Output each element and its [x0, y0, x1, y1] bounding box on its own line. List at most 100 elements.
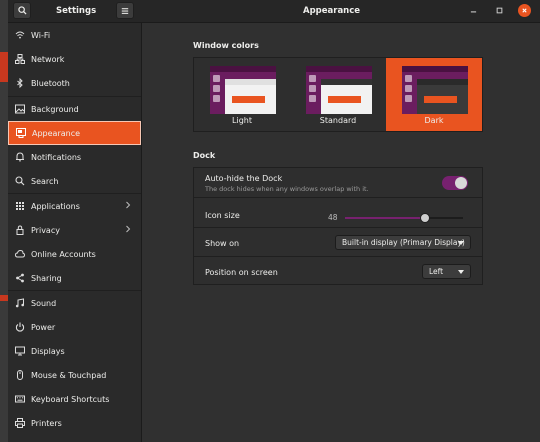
sidebar-item-label: Appearance — [32, 128, 81, 138]
auto-hide-label: Auto-hide the Dock — [205, 174, 283, 183]
sidebar-item-applications[interactable]: Applications — [8, 194, 141, 218]
close-button[interactable] — [518, 4, 531, 17]
variant-label: Light — [232, 116, 252, 125]
auto-hide-switch[interactable] — [442, 176, 468, 190]
sidebar-item-label: Printers — [31, 418, 62, 428]
row-separator — [194, 197, 482, 198]
search-icon — [15, 176, 25, 186]
appearance-panel: Window colors Light Standard Dark Dock A… — [142, 23, 540, 442]
show-on-dropdown[interactable]: Built-in display (Primary Display) — [335, 235, 471, 250]
wifi-icon — [15, 30, 25, 40]
close-icon — [522, 8, 527, 13]
network-icon — [15, 54, 25, 64]
privacy-icon — [15, 225, 25, 235]
keyboard-icon — [15, 394, 25, 404]
position-label: Position on screen — [205, 268, 278, 277]
row-separator — [194, 256, 482, 257]
menu-button[interactable] — [116, 2, 134, 19]
sidebar-item-label: Sound — [31, 298, 57, 308]
window-colors-selector: Light Standard Dark — [193, 57, 483, 132]
variant-label: Standard — [319, 116, 357, 125]
background-window-edge — [0, 0, 8, 442]
variant-label: Dark — [424, 116, 444, 125]
sidebar-item-background[interactable]: Background — [8, 97, 141, 121]
minimize-button[interactable] — [467, 4, 480, 17]
bluetooth-icon — [15, 78, 25, 88]
sidebar-item-label: Notifications — [31, 152, 82, 162]
sidebar-title: Settings — [56, 6, 97, 16]
standard-theme-preview — [306, 66, 372, 114]
search-button[interactable] — [13, 2, 31, 19]
sidebar-item-label: Sharing — [31, 273, 62, 283]
chevron-down-icon — [458, 241, 464, 245]
sidebar-item-network[interactable]: Network — [8, 47, 141, 71]
chevron-right-icon — [125, 225, 131, 235]
search-icon — [17, 6, 27, 15]
sidebar-item-sound[interactable]: Sound — [8, 291, 141, 315]
sidebar-item-displays[interactable]: Displays — [8, 339, 141, 363]
sidebar-item-label: Power — [31, 322, 56, 332]
background-red-block — [0, 52, 8, 82]
icon-size-slider[interactable] — [345, 213, 463, 223]
sidebar-item-bluetooth[interactable]: Bluetooth — [8, 71, 141, 95]
sharing-icon — [15, 273, 25, 283]
switch-knob — [455, 177, 467, 189]
sidebar: Wi-Fi Network Bluetooth Background Appea… — [8, 23, 142, 442]
sidebar-item-label: Keyboard Shortcuts — [31, 394, 110, 404]
dock-settings: Auto-hide the Dock The dock hides when a… — [193, 167, 483, 285]
sidebar-item-keyboard-shortcuts[interactable]: Keyboard Shortcuts — [8, 387, 141, 411]
page-title: Appearance — [303, 6, 361, 16]
sidebar-item-label: Online Accounts — [31, 249, 96, 259]
icon-size-value: 48 — [328, 213, 338, 222]
sidebar-item-mouse-touchpad[interactable]: Mouse & Touchpad — [8, 363, 141, 387]
sidebar-item-online-accounts[interactable]: Online Accounts — [8, 242, 141, 266]
variant-dark[interactable]: Dark — [386, 58, 482, 131]
sidebar-item-label: Applications — [31, 201, 80, 211]
sidebar-item-appearance[interactable]: Appearance — [8, 121, 141, 145]
variant-standard[interactable]: Standard — [290, 58, 386, 131]
maximize-icon — [496, 7, 503, 14]
position-value: Left — [429, 267, 444, 276]
sidebar-item-search[interactable]: Search — [8, 169, 141, 193]
row-separator — [194, 227, 482, 228]
slider-fill — [345, 217, 426, 219]
position-dropdown[interactable]: Left — [422, 264, 471, 279]
sidebar-item-sharing[interactable]: Sharing — [8, 266, 141, 290]
appearance-icon — [16, 128, 26, 138]
sidebar-item-label: Bluetooth — [31, 78, 70, 88]
auto-hide-description: The dock hides when any windows overlap … — [205, 185, 369, 193]
sidebar-item-label: Search — [31, 176, 59, 186]
maximize-button[interactable] — [493, 4, 506, 17]
online-accounts-icon — [15, 249, 25, 259]
power-icon — [15, 322, 25, 332]
settings-window: Settings Appearance Wi-Fi Network Blueto… — [8, 0, 540, 442]
sidebar-item-label: Privacy — [31, 225, 60, 235]
light-theme-preview — [210, 66, 276, 114]
minimize-icon — [470, 11, 477, 13]
displays-icon — [15, 346, 25, 356]
sidebar-item-power[interactable]: Power — [8, 315, 141, 339]
icon-size-label: Icon size — [205, 211, 240, 220]
slider-handle[interactable] — [420, 213, 431, 223]
show-on-value: Built-in display (Primary Display) — [342, 238, 465, 247]
hamburger-icon — [121, 7, 129, 14]
sidebar-item-printers[interactable]: Printers — [8, 411, 141, 435]
dark-theme-preview — [402, 66, 468, 114]
chevron-down-icon — [458, 270, 464, 274]
sidebar-item-label: Network — [31, 54, 65, 64]
header-bar: Settings Appearance — [8, 0, 540, 23]
bell-icon — [15, 152, 25, 162]
dock-title: Dock — [193, 151, 216, 160]
sidebar-item-label: Wi-Fi — [31, 30, 51, 40]
sound-icon — [15, 298, 25, 308]
chevron-right-icon — [125, 201, 131, 211]
show-on-label: Show on — [205, 239, 240, 248]
sidebar-item-notifications[interactable]: Notifications — [8, 145, 141, 169]
sidebar-item-privacy[interactable]: Privacy — [8, 218, 141, 242]
sidebar-item-wifi[interactable]: Wi-Fi — [8, 23, 141, 47]
applications-icon — [15, 201, 25, 211]
sidebar-item-label: Background — [31, 104, 79, 114]
variant-light[interactable]: Light — [194, 58, 290, 131]
sidebar-item-label: Displays — [31, 346, 65, 356]
printer-icon — [15, 418, 25, 428]
